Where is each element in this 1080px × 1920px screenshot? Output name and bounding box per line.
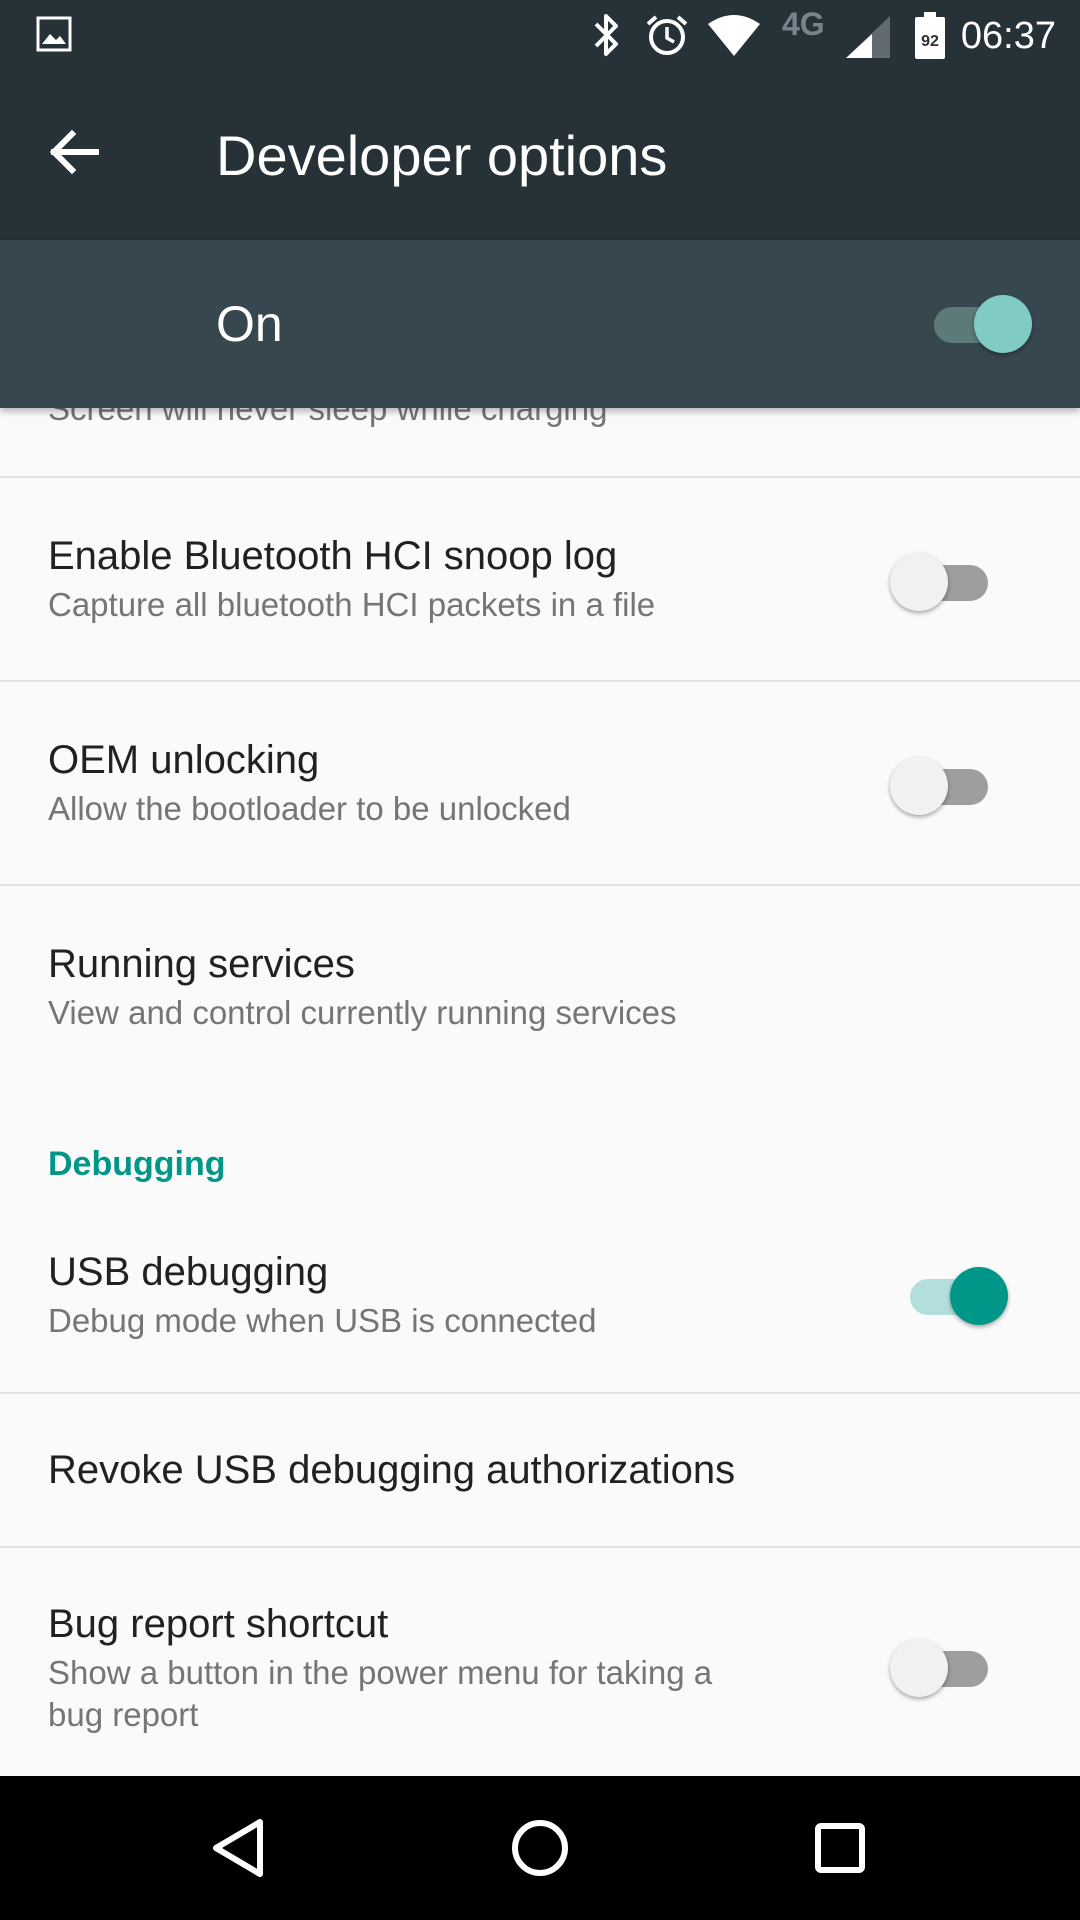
- category-header-debugging: Debugging: [48, 1145, 226, 1183]
- switch-thumb: [890, 757, 948, 815]
- back-triangle-icon: [200, 1819, 280, 1892]
- bluetooth-hci-toggle-switch[interactable]: [888, 550, 1008, 614]
- list-item-usb-debugging[interactable]: USB debugging Debug mode when USB is con…: [0, 1208, 1080, 1400]
- master-switch-label: On: [216, 296, 283, 352]
- settings-list: Screen will never sleep while charging E…: [0, 408, 1080, 1776]
- recents-square-icon: [800, 1823, 880, 1892]
- list-item-summary-line1: Show a button in the power menu for taki…: [48, 1654, 713, 1691]
- list-item-stay-awake[interactable]: Screen will never sleep while charging: [0, 408, 1080, 476]
- list-item-title: Running services: [48, 942, 355, 986]
- list-item-title: Revoke USB debugging authorizations: [48, 1448, 736, 1492]
- arrow-back-icon: [44, 129, 104, 186]
- app-bar: Developer options: [0, 72, 1080, 240]
- list-item-summary: Allow the bootloader to be unlocked: [48, 790, 571, 827]
- list-item-summary: Capture all bluetooth HCI packets in a f…: [48, 586, 656, 623]
- switch-thumb: [890, 553, 948, 611]
- master-switch-bar[interactable]: On: [0, 240, 1080, 408]
- list-item-summary-line2: bug report: [48, 1696, 199, 1733]
- nav-back-button[interactable]: [200, 1808, 280, 1888]
- list-item-bluetooth-hci-snoop-log[interactable]: Enable Bluetooth HCI snoop log Capture a…: [0, 478, 1080, 680]
- list-item-revoke-usb-debugging[interactable]: Revoke USB debugging authorizations: [0, 1394, 1080, 1546]
- svg-text:92: 92: [921, 33, 939, 50]
- bluetooth-icon: [590, 12, 624, 63]
- wifi-icon: [706, 14, 762, 63]
- list-item-title: OEM unlocking: [48, 738, 320, 782]
- bug-report-shortcut-toggle-switch[interactable]: [888, 1636, 1008, 1700]
- list-item-summary: Screen will never sleep while charging: [48, 408, 608, 427]
- list-item-title: Enable Bluetooth HCI snoop log: [48, 534, 618, 578]
- list-item-title: USB debugging: [48, 1250, 329, 1294]
- signal-icon: [846, 16, 890, 63]
- status-bar: 4G 92 06:37: [0, 0, 1080, 72]
- back-button[interactable]: [44, 122, 124, 190]
- network-type-label: 4G: [782, 6, 825, 42]
- status-time: 06:37: [960, 15, 1056, 57]
- list-item-oem-unlocking[interactable]: OEM unlocking Allow the bootloader to be…: [0, 682, 1080, 884]
- master-toggle-switch[interactable]: [912, 292, 1032, 356]
- navigation-bar: [0, 1776, 1080, 1920]
- list-item-bug-report-shortcut[interactable]: Bug report shortcut Show a button in the…: [0, 1548, 1080, 1776]
- list-item-summary: Debug mode when USB is connected: [48, 1302, 597, 1339]
- list-item-running-services[interactable]: Running services View and control curren…: [0, 886, 1080, 1086]
- nav-home-button[interactable]: [500, 1808, 580, 1888]
- home-circle-icon: [500, 1820, 580, 1892]
- alarm-icon: [644, 12, 690, 63]
- gallery-icon: [36, 16, 72, 57]
- usb-debugging-toggle-switch[interactable]: [888, 1264, 1008, 1328]
- nav-recents-button[interactable]: [800, 1808, 880, 1888]
- list-item-summary: View and control currently running servi…: [48, 994, 677, 1031]
- switch-thumb: [890, 1639, 948, 1697]
- battery-icon: 92: [914, 12, 946, 65]
- list-item-title: Bug report shortcut: [48, 1602, 389, 1646]
- oem-unlocking-toggle-switch[interactable]: [888, 754, 1008, 818]
- page-title: Developer options: [216, 124, 668, 187]
- switch-thumb: [974, 295, 1032, 353]
- switch-thumb: [950, 1267, 1008, 1325]
